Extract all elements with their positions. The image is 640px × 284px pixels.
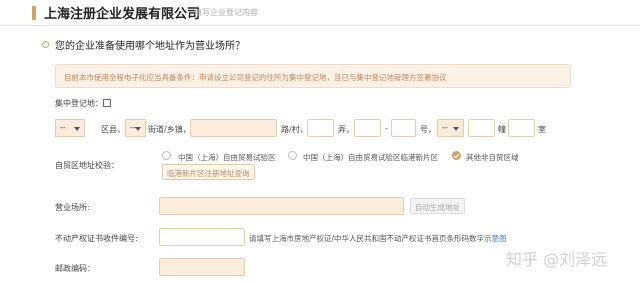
ftz-option-radio-1[interactable] (162, 151, 171, 160)
street-select[interactable]: -- (125, 119, 146, 137)
notice-banner: 目前本市使用全程电子化应当具备条件：申请设立公司登记的住所为集中登记地，且已与集… (55, 64, 571, 88)
diagram-link[interactable]: 示意图 (484, 234, 507, 243)
building-suffix: 幢 (498, 125, 506, 134)
ftz-option-radio-3[interactable] (452, 151, 461, 160)
room-suffix: 室 (538, 125, 546, 134)
room-input[interactable] (508, 119, 535, 137)
page-subtitle: 填写企业登记内容 (194, 8, 258, 17)
page-title: 上海注册企业发展有限公司 (44, 7, 201, 22)
address-question: 您的企业准备使用哪个地址作为营业场所？ (42, 37, 245, 52)
lingang-address-query-button[interactable]: 临港新片区注册地址查询 (162, 164, 255, 180)
number-dash: - (385, 124, 388, 133)
circle-bullet-icon (42, 41, 49, 48)
property-cert-hint: 请填写上海市房地产权证/中华人民共和国不动产权证书首页条形码数字示意图 (249, 234, 507, 243)
business-place-label: 营业场所: (55, 203, 90, 212)
building-input[interactable] (468, 119, 495, 137)
business-place-input[interactable] (159, 197, 404, 215)
ftz-option-label-1: 中国（上海）自由贸易试验区 (178, 153, 276, 162)
number-input-2[interactable] (391, 119, 416, 137)
chevron-down-icon (135, 127, 141, 131)
ftz-check-label: 自贸区地址校验： (55, 161, 119, 170)
lane-input[interactable] (307, 119, 334, 137)
ftz-option-radio-2[interactable] (288, 151, 297, 160)
number-input-1[interactable] (354, 119, 381, 137)
lane-suffix: 弄， (338, 125, 354, 134)
road-input[interactable] (190, 119, 277, 137)
question-text: 您的企业准备使用哪个地址作为营业场所？ (55, 41, 245, 52)
page-header: 上海注册企业发展有限公司 填写企业登记内容 (0, 0, 640, 26)
watermark: 知乎 @刘泽远 (506, 250, 608, 269)
road-suffix: 路/村， (281, 125, 308, 134)
postal-code-input[interactable] (159, 258, 245, 276)
district-suffix: 区县， (101, 125, 125, 134)
chevron-down-icon (453, 127, 459, 131)
central-registration-checkbox[interactable] (103, 99, 111, 107)
room-select[interactable]: -- (437, 119, 464, 137)
district-select[interactable]: -- (55, 119, 85, 137)
header-accent-bar (32, 6, 36, 20)
street-suffix: 街道/乡镇， (148, 125, 191, 134)
property-cert-input[interactable] (159, 228, 245, 246)
property-cert-label: 不动产权证书收件编号: (55, 234, 138, 243)
ftz-option-label-2: 中国（上海）自由贸易试验区临港新片区 (303, 153, 438, 162)
postal-code-label: 邮政编码： (55, 264, 95, 273)
number-suffix: 号， (420, 125, 436, 134)
central-registration-label: 集中登记地： (55, 99, 103, 108)
chevron-down-icon (74, 127, 80, 131)
auto-generate-address-button[interactable]: 自动生成地址 (410, 198, 465, 214)
ftz-option-label-3: 其他非自贸区域 (466, 153, 519, 162)
